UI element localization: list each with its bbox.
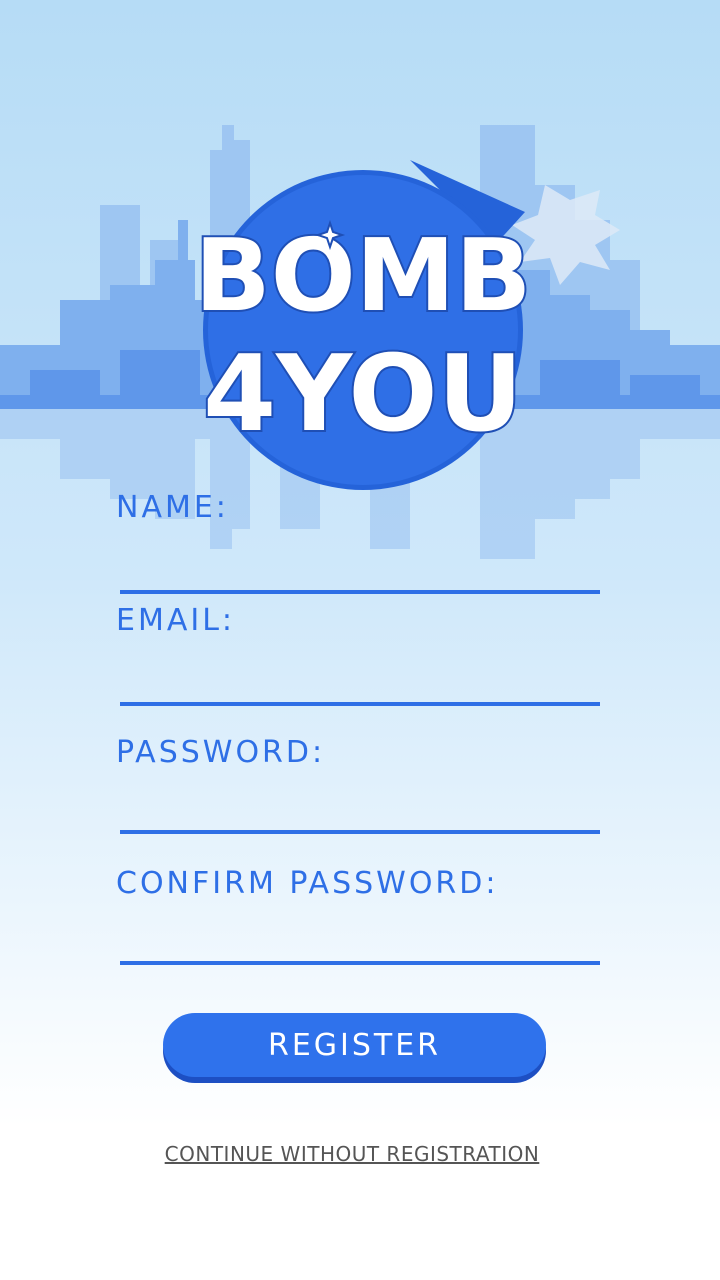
name-label: NAME: [116, 490, 229, 525]
logo-text-line1: BOMB [195, 217, 531, 334]
register-button[interactable]: REGISTER [163, 1013, 546, 1077]
bomb-4you-logo: BOMB 4YOU [195, 160, 533, 490]
logo-text-line2: 4YOU [203, 333, 523, 455]
password-label: PASSWORD: [116, 735, 326, 770]
password-input[interactable] [120, 794, 600, 834]
continue-without-registration-link[interactable]: CONTINUE WITHOUT REGISTRATION [0, 1142, 704, 1166]
email-label: EMAIL: [116, 603, 236, 638]
email-input[interactable] [120, 666, 600, 706]
confirm-password-label: CONFIRM PASSWORD: [116, 866, 499, 901]
confirm-password-input[interactable] [120, 925, 600, 965]
name-input[interactable] [120, 554, 600, 594]
